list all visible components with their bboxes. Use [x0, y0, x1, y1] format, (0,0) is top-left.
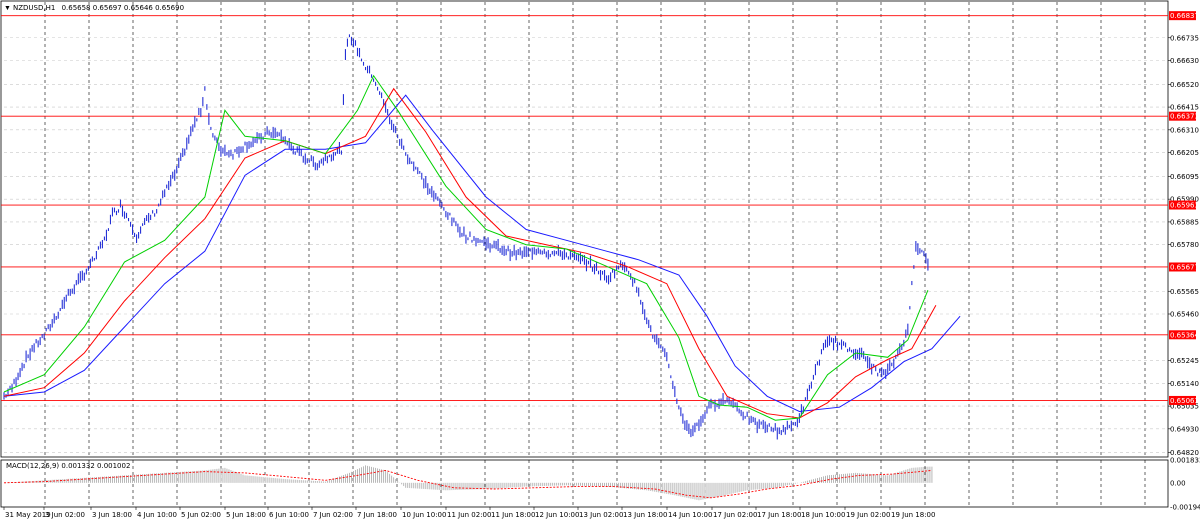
- collapse-triangle-icon[interactable]: ▼: [4, 5, 11, 12]
- time-tick-label: 19 Jun 02:00: [846, 511, 890, 519]
- price-tick-label: 0.66095: [1170, 173, 1199, 181]
- macd-tick-label: -0.001942: [1170, 504, 1200, 512]
- time-tick-label: 3 Jun 02:00: [45, 511, 85, 519]
- price-tick-label: 0.65565: [1170, 288, 1199, 296]
- symbol-title: NZDUSD,H1 0.65658 0.65697 0.65646 0.6569…: [13, 4, 184, 12]
- price-series: [3, 34, 929, 440]
- time-tick-label: 10 Jun 10:00: [402, 511, 446, 519]
- time-tick-label: 13 Jun 02:00: [579, 511, 623, 519]
- time-tick-label: 6 Jun 10:00: [269, 511, 309, 519]
- time-tick-label: 17 Jun 02:00: [713, 511, 757, 519]
- horizontal-levels: [1, 15, 1168, 401]
- time-tick-label: 11 Jun 18:00: [491, 511, 535, 519]
- time-tick-label: 7 Jun 18:00: [357, 511, 397, 519]
- time-axis: 31 May 20193 Jun 02:00 3 Jun 18:00 4 Jun 1…: [3, 507, 935, 519]
- time-tick-label: 3 Jun 18:00: [92, 511, 132, 519]
- level-price-label: 0.65677: [1170, 263, 1199, 271]
- ma-fast-line: [3, 74, 929, 421]
- time-tick-label: 5 Jun 02:00: [181, 511, 221, 519]
- price-tick-label: 0.65140: [1170, 380, 1199, 388]
- price-tick-label: 0.66735: [1170, 34, 1199, 42]
- time-tick-label: 31 May 2019: [5, 511, 51, 519]
- price-tick-label: 0.65460: [1170, 311, 1199, 319]
- price-tick-label: 0.64930: [1170, 425, 1199, 433]
- ma-mid-line: [3, 87, 937, 419]
- price-tick-label: 0.66630: [1170, 57, 1199, 65]
- price-tick-label: 0.65780: [1170, 241, 1199, 249]
- time-tick-label: 4 Jun 10:00: [137, 511, 177, 519]
- time-tick-label: 19 Jun 18:00: [891, 511, 935, 519]
- price-tick-label: 0.66310: [1170, 126, 1199, 134]
- price-axis: 0.66735 0.66630 0.66520 0.66415 0.66310 0.662…: [1168, 11, 1200, 512]
- time-tick-label: 17 Jun 18:00: [757, 511, 801, 519]
- chart-grid: [0, 0, 1169, 508]
- level-price-label: 0.66837: [1170, 12, 1199, 20]
- moving-averages: [3, 74, 961, 421]
- time-tick-label: 12 Jun 10:00: [535, 511, 579, 519]
- macd-tick-label: 0.001833: [1170, 457, 1200, 465]
- time-tick-label: 14 Jun 10:00: [668, 511, 712, 519]
- main-panel-border: [0, 0, 1169, 458]
- time-tick-label: 7 Jun 02:00: [313, 511, 353, 519]
- level-price-label: 0.65061: [1170, 397, 1199, 405]
- price-tick-label: 0.66415: [1170, 104, 1199, 112]
- macd-tick-label: 0.00: [1170, 479, 1186, 487]
- price-tick-label: 0.66205: [1170, 149, 1199, 157]
- trading-chart[interactable]: 0.66735 0.66630 0.66520 0.66415 0.66310 0.662…: [0, 0, 1200, 523]
- price-tick-label: 0.65245: [1170, 357, 1199, 365]
- time-tick-label: 11 Jun 02:00: [447, 511, 491, 519]
- macd-title: MACD(12,26,9) 0.001332 0.001002: [6, 462, 130, 470]
- level-price-label: 0.65364: [1170, 331, 1199, 339]
- price-tick-label: 0.65885: [1170, 218, 1199, 226]
- macd-panel: [3, 465, 933, 501]
- time-tick-label: 18 Jun 10:00: [801, 511, 845, 519]
- time-tick-label: 5 Jun 18:00: [226, 511, 266, 519]
- level-price-label: 0.66373: [1170, 113, 1199, 121]
- level-price-label: 0.65963: [1170, 202, 1199, 210]
- price-tick-label: 0.66520: [1170, 81, 1199, 89]
- time-tick-label: 13 Jun 18:00: [623, 511, 667, 519]
- ma-slow-line: [3, 94, 961, 413]
